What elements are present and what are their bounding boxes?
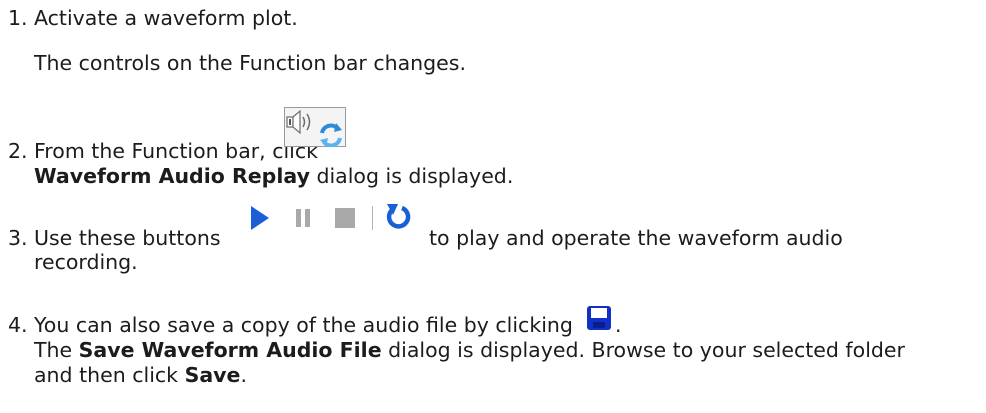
dialog-name-save-audio: Save Waveform Audio File [78, 338, 382, 362]
step-4-text-end: . [615, 313, 622, 337]
step-4-result-pre: The [34, 338, 73, 362]
step-3-text-before: Use these buttons [34, 226, 221, 250]
step-4-result: The Save Waveform Audio File dialog is d… [34, 337, 905, 363]
pause-icon-right [305, 209, 310, 227]
step-3-continuation: recording. [34, 250, 138, 274]
controls-divider [372, 206, 373, 230]
step-1-result: The controls on the Function bar changes… [34, 51, 466, 75]
stop-icon [335, 208, 355, 228]
step-3-text-after: to play and operate the waveform audio [429, 226, 843, 250]
playback-controls [251, 204, 411, 230]
step-2-result-text: dialog is displayed. [316, 164, 514, 188]
pause-icon-left [296, 209, 301, 227]
step-2-result: Waveform Audio Replay dialog is displaye… [34, 163, 513, 189]
step-1-number: 1. [8, 6, 28, 30]
step-1-text: Activate a waveform plot. [34, 6, 298, 30]
replay-icon [386, 204, 411, 229]
step-4-result-mid: dialog is displayed. Browse to your sele… [388, 338, 905, 362]
step-2-number: 2. [8, 139, 28, 163]
step-2-text: From the Function bar, click [34, 139, 319, 163]
play-icon [251, 206, 269, 230]
step-4-text: You can also save a copy of the audio fi… [34, 313, 573, 337]
step-3-number: 3. [8, 226, 28, 250]
dialog-name-audio-replay: Waveform Audio Replay [34, 164, 310, 188]
step-4-number: 4. [8, 313, 28, 337]
step-4-result-line2: and then click Save. [34, 362, 247, 388]
save-button-label: Save [184, 363, 241, 387]
floppy-save-icon [587, 306, 611, 330]
step-4-result-line2-pre: and then click [34, 363, 179, 387]
step-4-result-line2-end: . [240, 363, 247, 387]
speaker-refresh-icon [284, 107, 346, 147]
